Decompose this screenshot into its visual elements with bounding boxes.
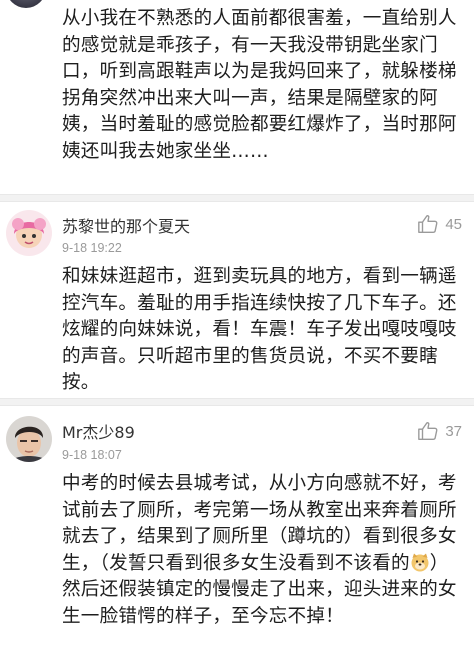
comment-text: 中考的时候去县城考试，从小方向感就不好，考试前去了厕所，考完第一场从教室出来奔着…: [62, 471, 466, 630]
comment-text: 从小我在不熟悉的人面前都很害羞，一直给别人的感觉就是乖孩子，有一天我没带钥匙坐家…: [62, 8, 457, 162]
thumbs-up-icon: [418, 422, 438, 440]
username[interactable]: 苏黎世的那个夏天: [62, 213, 190, 237]
avatar[interactable]: [6, 0, 46, 8]
like-button[interactable]: 45: [417, 213, 462, 235]
comment-text: 和妹妹逛超市，逛到卖玩具的地方，看到一辆遥控汽车。羞耻的用手指连续快按了几下车子…: [62, 266, 457, 393]
comment-divider: [0, 398, 474, 406]
avatar[interactable]: [6, 416, 52, 462]
avatar-image: [6, 210, 52, 256]
comment-divider: [0, 194, 474, 202]
comment-text-part: 中考的时候去县城考试，从小方向感就不好，考试前去了厕所，考完第一场从教室出来奔着…: [62, 473, 457, 574]
thumbs-up-icon: [418, 215, 438, 233]
username[interactable]: Mr杰少89: [62, 419, 135, 443]
like-count: 37: [445, 422, 462, 440]
doge-emoji-icon: [411, 553, 429, 571]
like-button[interactable]: 37: [417, 420, 462, 442]
comment-time: 9-18 18:07: [62, 448, 122, 462]
avatar-image: [6, 416, 52, 462]
like-count: 45: [445, 215, 462, 233]
avatar[interactable]: [6, 210, 52, 256]
comment-time: 9-18 19:22: [62, 241, 122, 255]
